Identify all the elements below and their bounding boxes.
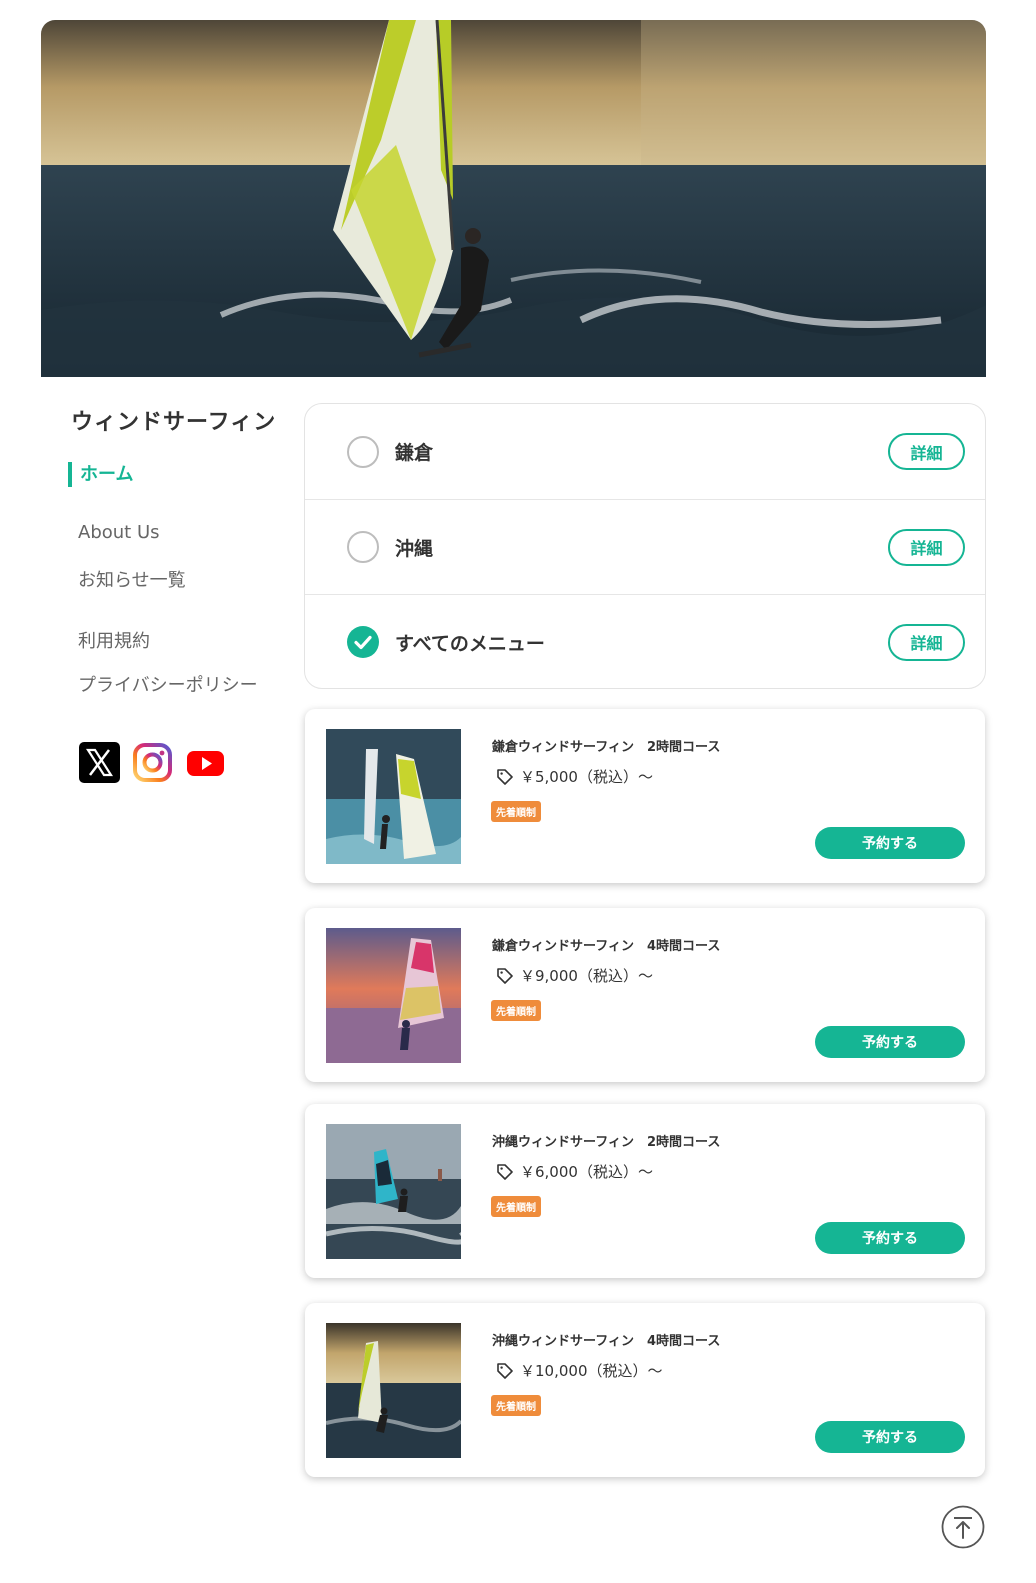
- category-label: 鎌倉: [395, 442, 434, 464]
- course-title: 鎌倉ウィンドサーフィン 2時間コース: [492, 740, 721, 755]
- category-panel: 鎌倉 詳細 沖縄 詳細 すべてのメニュー 詳細: [304, 403, 986, 689]
- course-thumbnail: [326, 729, 461, 864]
- detail-button-all[interactable]: 詳細: [888, 623, 965, 661]
- course-price: ￥9,000（税込）〜: [496, 965, 653, 986]
- arrow-up-icon: [941, 1505, 985, 1549]
- price-tag-icon: [497, 1163, 513, 1180]
- category-label: すべてのメニュー: [395, 632, 545, 655]
- nav-news-list[interactable]: お知らせ一覧: [78, 566, 186, 592]
- course-card: 鎌倉ウィンドサーフィン 4時間コース ￥9,000（税込）〜 先着順制 予約する: [305, 908, 985, 1082]
- first-come-badge: 先着順制: [491, 801, 541, 822]
- price-tag-icon: [497, 768, 513, 785]
- course-thumbnail: [326, 1323, 461, 1458]
- category-radio-kamakura[interactable]: [347, 435, 379, 468]
- course-card: 沖縄ウィンドサーフィン 2時間コース ￥6,000（税込）〜 先着順制 予約する: [305, 1104, 985, 1278]
- course-title: 沖縄ウィンドサーフィン 4時間コース: [492, 1334, 721, 1349]
- nav-privacy-policy[interactable]: プライバシーポリシー: [78, 671, 258, 697]
- course-title: 沖縄ウィンドサーフィン 2時間コース: [492, 1135, 721, 1150]
- site-title: ウィンドサーフィン: [71, 410, 277, 435]
- course-thumbnail: [326, 928, 461, 1063]
- course-thumbnail: [326, 1124, 461, 1259]
- category-row-all[interactable]: すべてのメニュー 詳細: [305, 594, 985, 689]
- category-radio-okinawa[interactable]: [347, 531, 379, 563]
- nav-about-us[interactable]: About Us: [78, 522, 160, 543]
- detail-button-kamakura[interactable]: 詳細: [888, 433, 965, 470]
- category-row-kamakura[interactable]: 鎌倉 詳細: [305, 404, 985, 499]
- price-tag-icon: [497, 967, 513, 984]
- reserve-button[interactable]: 予約する: [815, 1222, 965, 1254]
- price-text: ￥6,000（税込）〜: [520, 1163, 653, 1181]
- reserve-button[interactable]: 予約する: [815, 827, 965, 859]
- reserve-button[interactable]: 予約する: [815, 1026, 965, 1058]
- first-come-badge: 先着順制: [491, 1000, 541, 1021]
- price-text: ￥9,000（税込）〜: [520, 967, 653, 985]
- youtube-icon[interactable]: [185, 742, 226, 787]
- hero-image: [41, 20, 986, 377]
- instagram-icon[interactable]: [132, 742, 173, 787]
- x-icon[interactable]: [79, 742, 120, 787]
- price-text: ￥5,000（税込）〜: [520, 768, 653, 786]
- detail-button-okinawa[interactable]: 詳細: [888, 528, 965, 566]
- course-price: ￥10,000（税込）〜: [496, 1360, 663, 1381]
- course-card: 沖縄ウィンドサーフィン 4時間コース ￥10,000（税込）〜 先着順制 予約す…: [305, 1303, 985, 1477]
- back-to-top-button[interactable]: [941, 1505, 985, 1549]
- category-label: 沖縄: [395, 537, 434, 560]
- price-text: ￥10,000（税込）〜: [520, 1362, 663, 1380]
- nav-terms[interactable]: 利用規約: [78, 627, 150, 653]
- nav-home[interactable]: ホーム: [68, 462, 133, 487]
- course-card: 鎌倉ウィンドサーフィン 2時間コース ￥5,000（税込）〜 先着順制 予約する: [305, 709, 985, 883]
- reserve-button[interactable]: 予約する: [815, 1421, 965, 1453]
- course-title: 鎌倉ウィンドサーフィン 4時間コース: [492, 939, 721, 954]
- course-price: ￥6,000（税込）〜: [496, 1161, 653, 1182]
- first-come-badge: 先着順制: [491, 1395, 541, 1416]
- first-come-badge: 先着順制: [491, 1196, 541, 1217]
- social-links: [79, 742, 226, 787]
- price-tag-icon: [497, 1362, 513, 1379]
- category-radio-all[interactable]: [347, 626, 379, 658]
- check-icon: [354, 635, 372, 650]
- category-row-okinawa[interactable]: 沖縄 詳細: [305, 499, 985, 594]
- course-price: ￥5,000（税込）〜: [496, 766, 653, 787]
